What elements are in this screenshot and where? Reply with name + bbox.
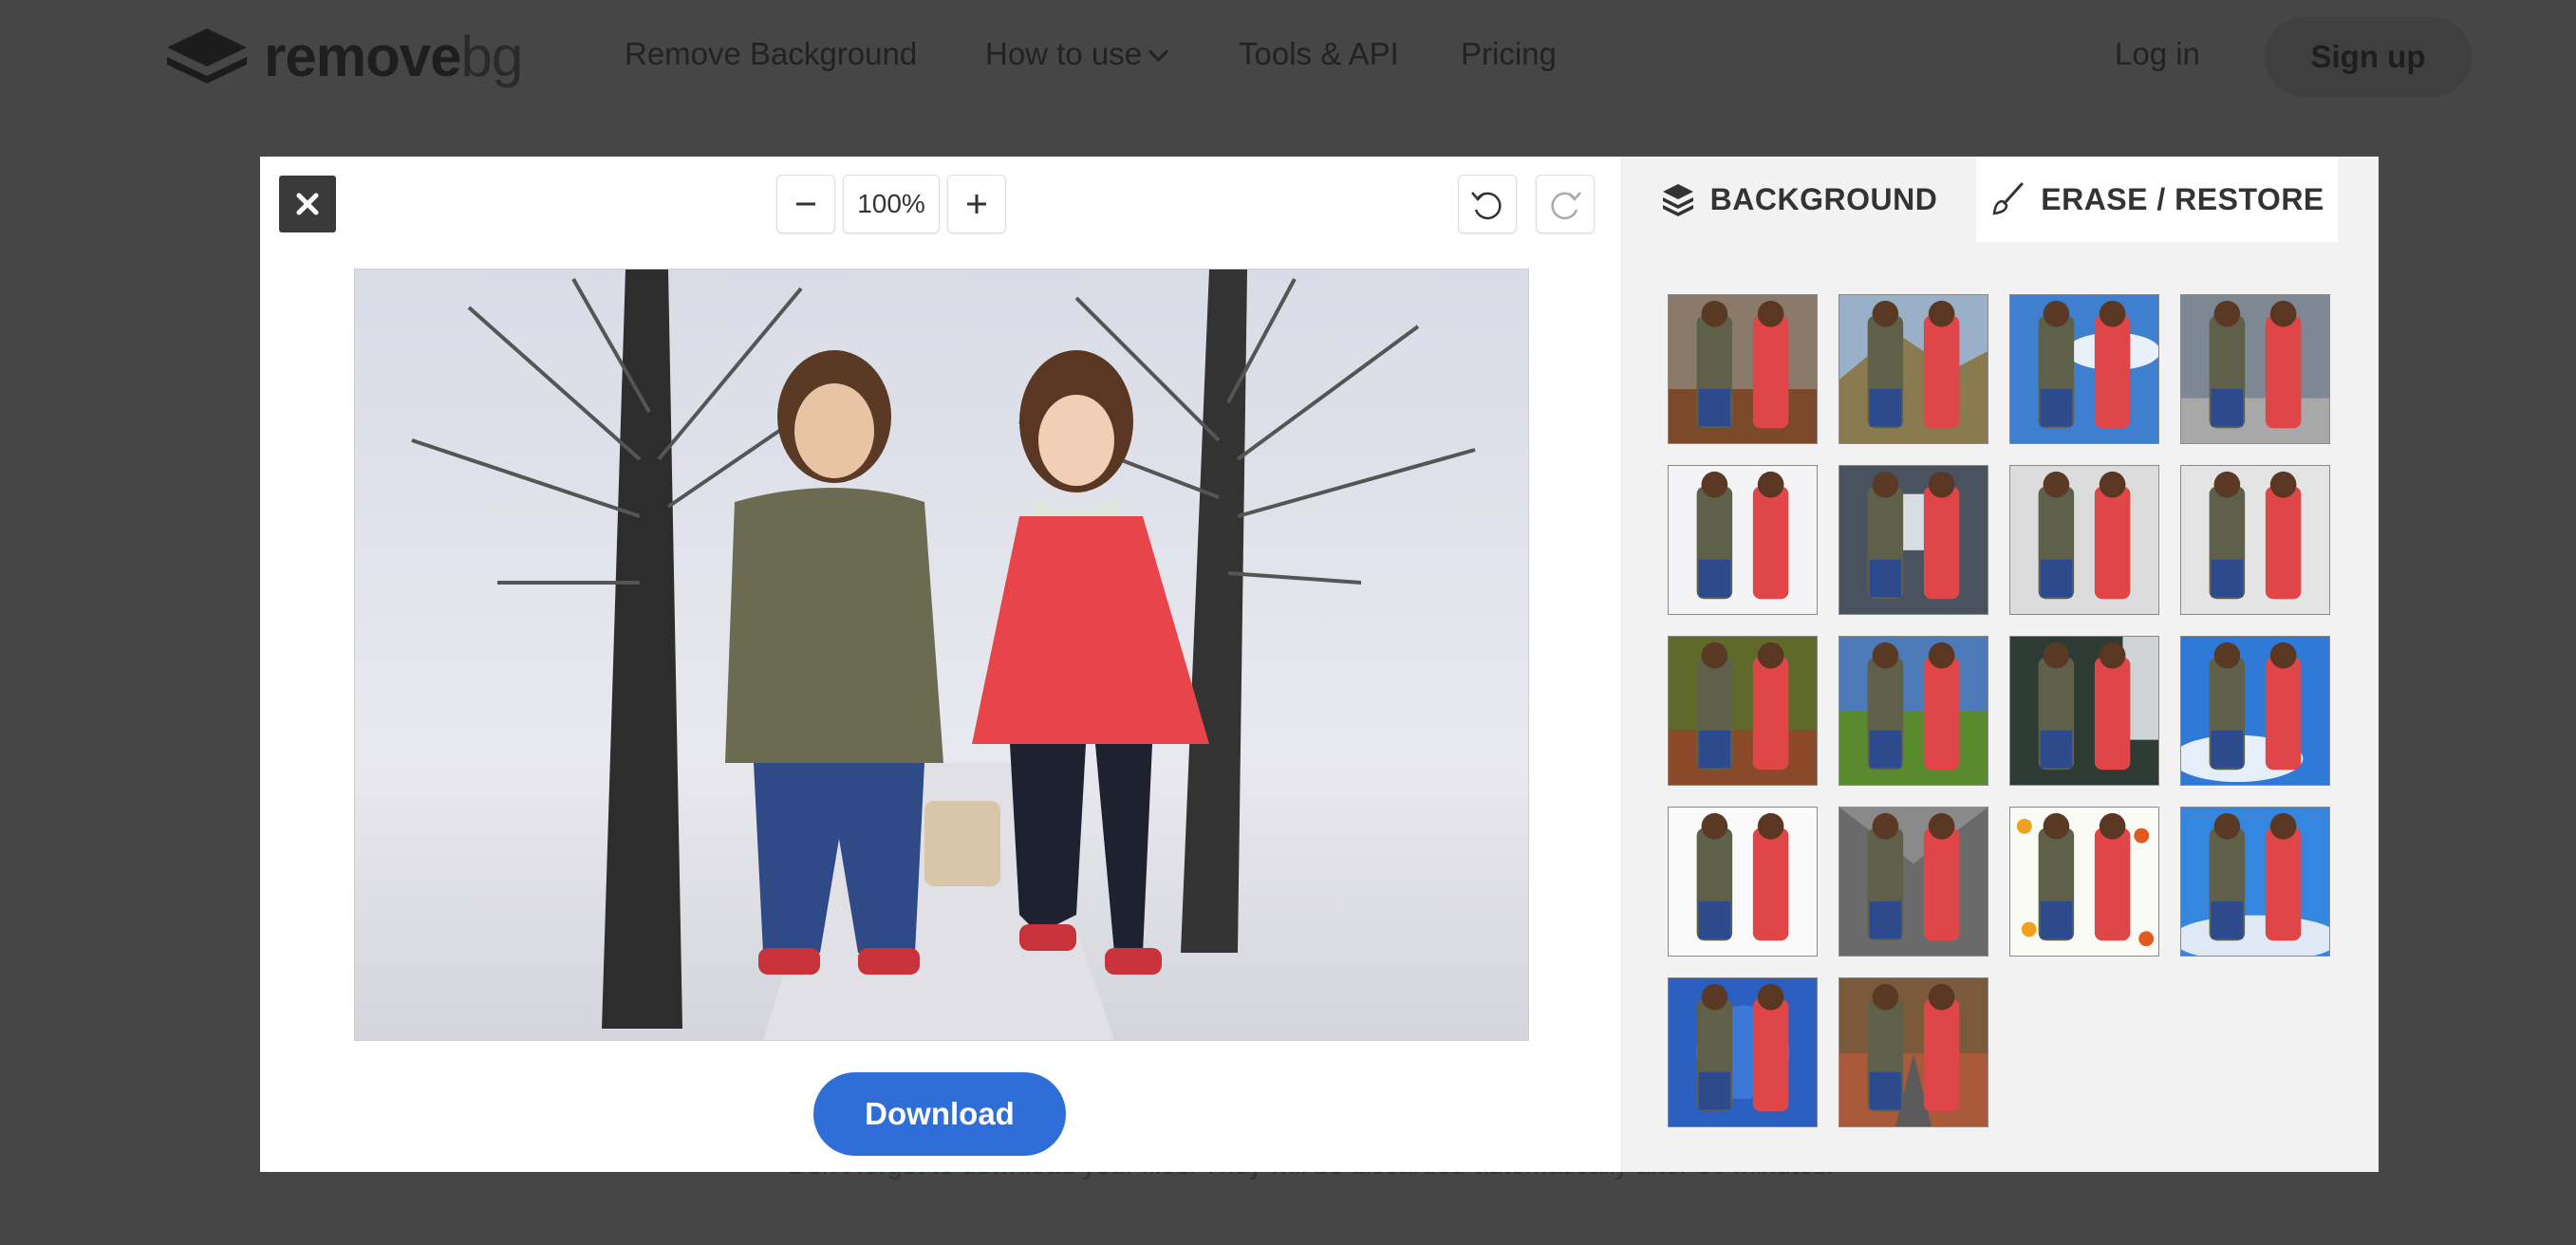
edited-photo — [355, 269, 1528, 1040]
thumbnail-grey-architecture[interactable] — [1839, 807, 1988, 957]
close-icon — [296, 193, 319, 215]
redo-button[interactable] — [1536, 175, 1595, 233]
brush-icon — [1992, 182, 2024, 215]
thumbnail-desert-road[interactable] — [1839, 977, 1988, 1127]
thumbnail-mountain-road[interactable] — [1839, 294, 1988, 444]
minus-icon — [796, 202, 815, 206]
thumbnail-bright-sky[interactable] — [2180, 636, 2330, 786]
download-button[interactable]: Download — [813, 1072, 1066, 1156]
undo-button[interactable] — [1458, 175, 1517, 233]
thumbnail-light-grey[interactable] — [2009, 465, 2159, 615]
thumbnail-white-studio[interactable] — [1668, 465, 1818, 615]
thumbnail-city-street[interactable] — [2009, 636, 2159, 786]
tab-background[interactable]: BACKGROUND — [1620, 157, 1976, 242]
thumbnail-blue-sky[interactable] — [2009, 294, 2159, 444]
chevron-down-icon — [1148, 41, 1169, 63]
tab-erase-restore[interactable]: ERASE / RESTORE — [1976, 157, 2338, 242]
thumbnail-brick-wall-wood-floor[interactable] — [1668, 294, 1818, 444]
nav-tools-api[interactable]: Tools & API — [1239, 36, 1399, 72]
thumbnail-blue-sunburst[interactable] — [1668, 977, 1818, 1127]
thumbnail-autumn-forest[interactable] — [1668, 636, 1818, 786]
layers-logo-icon — [167, 28, 247, 84]
nav-remove-background[interactable]: Remove Background — [625, 36, 917, 72]
login-link[interactable]: Log in — [2115, 36, 2200, 72]
thumbnail-soft-grey[interactable] — [2180, 465, 2330, 615]
nav-pricing[interactable]: Pricing — [1461, 36, 1557, 72]
nav-how-to-use[interactable]: How to use — [985, 36, 1169, 72]
logo-text: removebg — [264, 24, 523, 88]
zoom-out-button[interactable] — [776, 175, 835, 233]
undo-icon — [1471, 192, 1502, 220]
close-button[interactable] — [279, 176, 336, 232]
thumbnail-sky-clouds[interactable] — [2180, 807, 2330, 957]
thumbnail-modern-building[interactable] — [2180, 294, 2330, 444]
thumbnail-countryside-road[interactable] — [1839, 636, 1988, 786]
panel-tabs: BACKGROUND ERASE / RESTORE — [1620, 157, 2338, 242]
tab-erase-restore-label: ERASE / RESTORE — [2041, 181, 2324, 216]
tab-background-label: BACKGROUND — [1709, 181, 1938, 216]
redo-icon — [1551, 192, 1581, 220]
zoom-level: 100% — [843, 175, 940, 233]
image-canvas[interactable] — [354, 269, 1529, 1041]
removebg-logo[interactable]: removebg — [163, 23, 523, 89]
editor-modal: 100% Download BACKGROUND ERASE / RESTORE — [260, 157, 2379, 1172]
site-header: removebg Remove Background How to use To… — [0, 0, 2576, 116]
thumbnail-tunnel[interactable] — [1839, 465, 1988, 615]
side-panel: BACKGROUND ERASE / RESTORE — [1620, 157, 2379, 1172]
plus-icon — [967, 195, 986, 214]
zoom-in-button[interactable] — [947, 175, 1006, 233]
signup-button[interactable]: Sign up — [2265, 17, 2472, 97]
thumbnail-fruit-pattern[interactable] — [2009, 807, 2159, 957]
zoom-controls: 100% — [776, 175, 1006, 233]
layers-icon — [1662, 184, 1693, 216]
thumbnail-white-doodles[interactable] — [1668, 807, 1818, 957]
